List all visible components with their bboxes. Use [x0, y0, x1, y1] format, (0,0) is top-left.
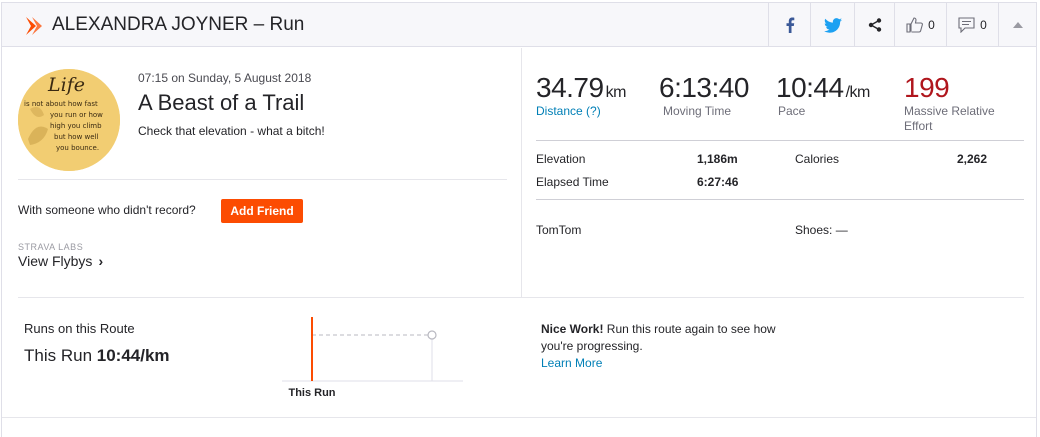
caret-up-icon — [1012, 22, 1023, 28]
facebook-icon — [786, 17, 794, 33]
this-run-prefix: This Run — [24, 346, 93, 365]
activity-card: ALEXANDRA JOYNER – Run 0 0 Life is not a… — [1, 2, 1037, 437]
activity-datetime: 07:15 on Sunday, 5 August 2018 — [138, 71, 312, 85]
elapsed-time-value: 6:27:46 — [697, 175, 739, 189]
kudos-button[interactable]: 0 — [894, 3, 946, 47]
kudos-count: 0 — [928, 18, 935, 32]
comment-icon — [958, 17, 975, 33]
avatar-quote-line6: you bounce. — [56, 144, 99, 152]
avatar-quote-line4: high you climb — [50, 122, 102, 130]
chevron-right-icon: › — [98, 253, 104, 269]
twitter-share-button[interactable] — [810, 3, 854, 47]
distance-stat: 34.79 km — [536, 72, 626, 104]
column-divider — [521, 48, 522, 297]
relative-effort-value[interactable]: 199 — [904, 72, 950, 104]
chart-point — [427, 330, 437, 340]
elapsed-time-label: Elapsed Time — [536, 175, 609, 189]
share-icon — [868, 18, 881, 32]
distance-unit: km — [605, 84, 627, 101]
thumbs-up-icon — [906, 17, 924, 33]
with-someone-text: With someone who didn't record? — [18, 203, 196, 217]
pace-unit: /km — [845, 84, 871, 101]
strava-logo-icon — [26, 17, 42, 35]
calories-value: 2,262 — [957, 152, 988, 166]
avatar-quote-line2: is not about how fast — [24, 100, 98, 108]
moving-time-label: Moving Time — [663, 104, 732, 118]
pace-label: Pace — [778, 104, 806, 118]
route-progress-chart: This Run — [282, 317, 463, 399]
route-section-title: Runs on this Route — [24, 321, 135, 336]
distance-help-link[interactable]: Distance (?) — [536, 104, 601, 119]
comment-count: 0 — [980, 18, 987, 32]
distance-value: 34.79 — [536, 72, 604, 103]
calories-label: Calories — [795, 152, 840, 166]
share-button[interactable] — [854, 3, 894, 47]
activity-header: ALEXANDRA JOYNER – Run 0 0 — [2, 3, 1036, 47]
facebook-share-button[interactable] — [768, 3, 810, 47]
pace-stat: 10:44/km — [776, 72, 870, 104]
collapse-button[interactable] — [998, 3, 1036, 47]
moving-time-value: 6:13:40 — [659, 72, 749, 103]
athlete-avatar[interactable]: Life is not about how fast you run or ho… — [18, 69, 120, 171]
device-name: TomTom — [536, 223, 582, 237]
avatar-quote-line1: Life — [47, 74, 85, 96]
view-flybys-label: View Flybys — [18, 253, 93, 269]
strava-labs-label: STRAVA LABS — [18, 242, 84, 252]
divider — [18, 179, 507, 180]
relative-effort-label-line1: Massive Relative — [904, 104, 995, 118]
relative-effort-label: Massive Relative Effort — [904, 104, 995, 134]
avatar-quote-image: Life is not about how fast you run or ho… — [18, 69, 120, 171]
divider — [536, 140, 1024, 141]
nice-work-message: Nice Work! Run this route again to see h… — [541, 321, 781, 372]
activity-description: Check that elevation - what a bitch! — [138, 124, 325, 138]
this-run-pace-value: 10:44/km — [96, 346, 170, 365]
nice-work-bold: Nice Work! — [541, 322, 604, 336]
this-run-pace: This Run 10:44/km — [24, 346, 170, 366]
relative-effort-label-line2: Effort — [904, 119, 933, 133]
view-flybys-link[interactable]: View Flybys › — [18, 253, 103, 269]
this-run-chart-label: This Run — [288, 387, 335, 399]
activity-name: A Beast of a Trail — [138, 90, 305, 115]
avatar-quote-line3: you run or how — [50, 111, 103, 119]
avatar-quote-line5: but how well — [54, 133, 98, 141]
pace-value: 10:44 — [776, 72, 844, 103]
elevation-value: 1,186m — [697, 152, 738, 166]
add-friend-button[interactable]: Add Friend — [221, 199, 303, 223]
page-title: ALEXANDRA JOYNER – Run — [52, 14, 305, 35]
twitter-icon — [823, 17, 842, 33]
divider — [536, 199, 1024, 200]
elevation-label: Elevation — [536, 152, 586, 166]
learn-more-link[interactable]: Learn More — [541, 356, 602, 370]
shoes-info: Shoes: — — [795, 223, 848, 237]
divider — [18, 297, 1024, 298]
comment-button[interactable]: 0 — [946, 3, 998, 47]
divider — [2, 417, 1036, 418]
